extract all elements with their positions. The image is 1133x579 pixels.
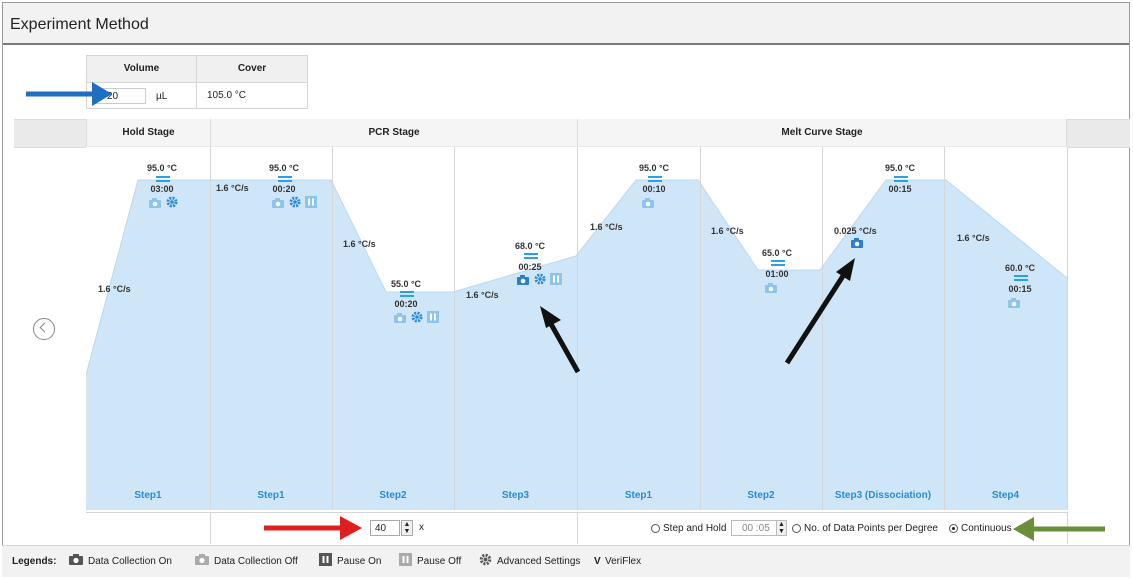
blue-arrow bbox=[26, 82, 112, 106]
black-arrow-left bbox=[540, 306, 581, 374]
annotation-arrows bbox=[26, 82, 1105, 541]
black-arrow-right bbox=[784, 258, 855, 365]
green-arrow bbox=[1013, 517, 1105, 541]
red-arrow bbox=[264, 516, 362, 540]
